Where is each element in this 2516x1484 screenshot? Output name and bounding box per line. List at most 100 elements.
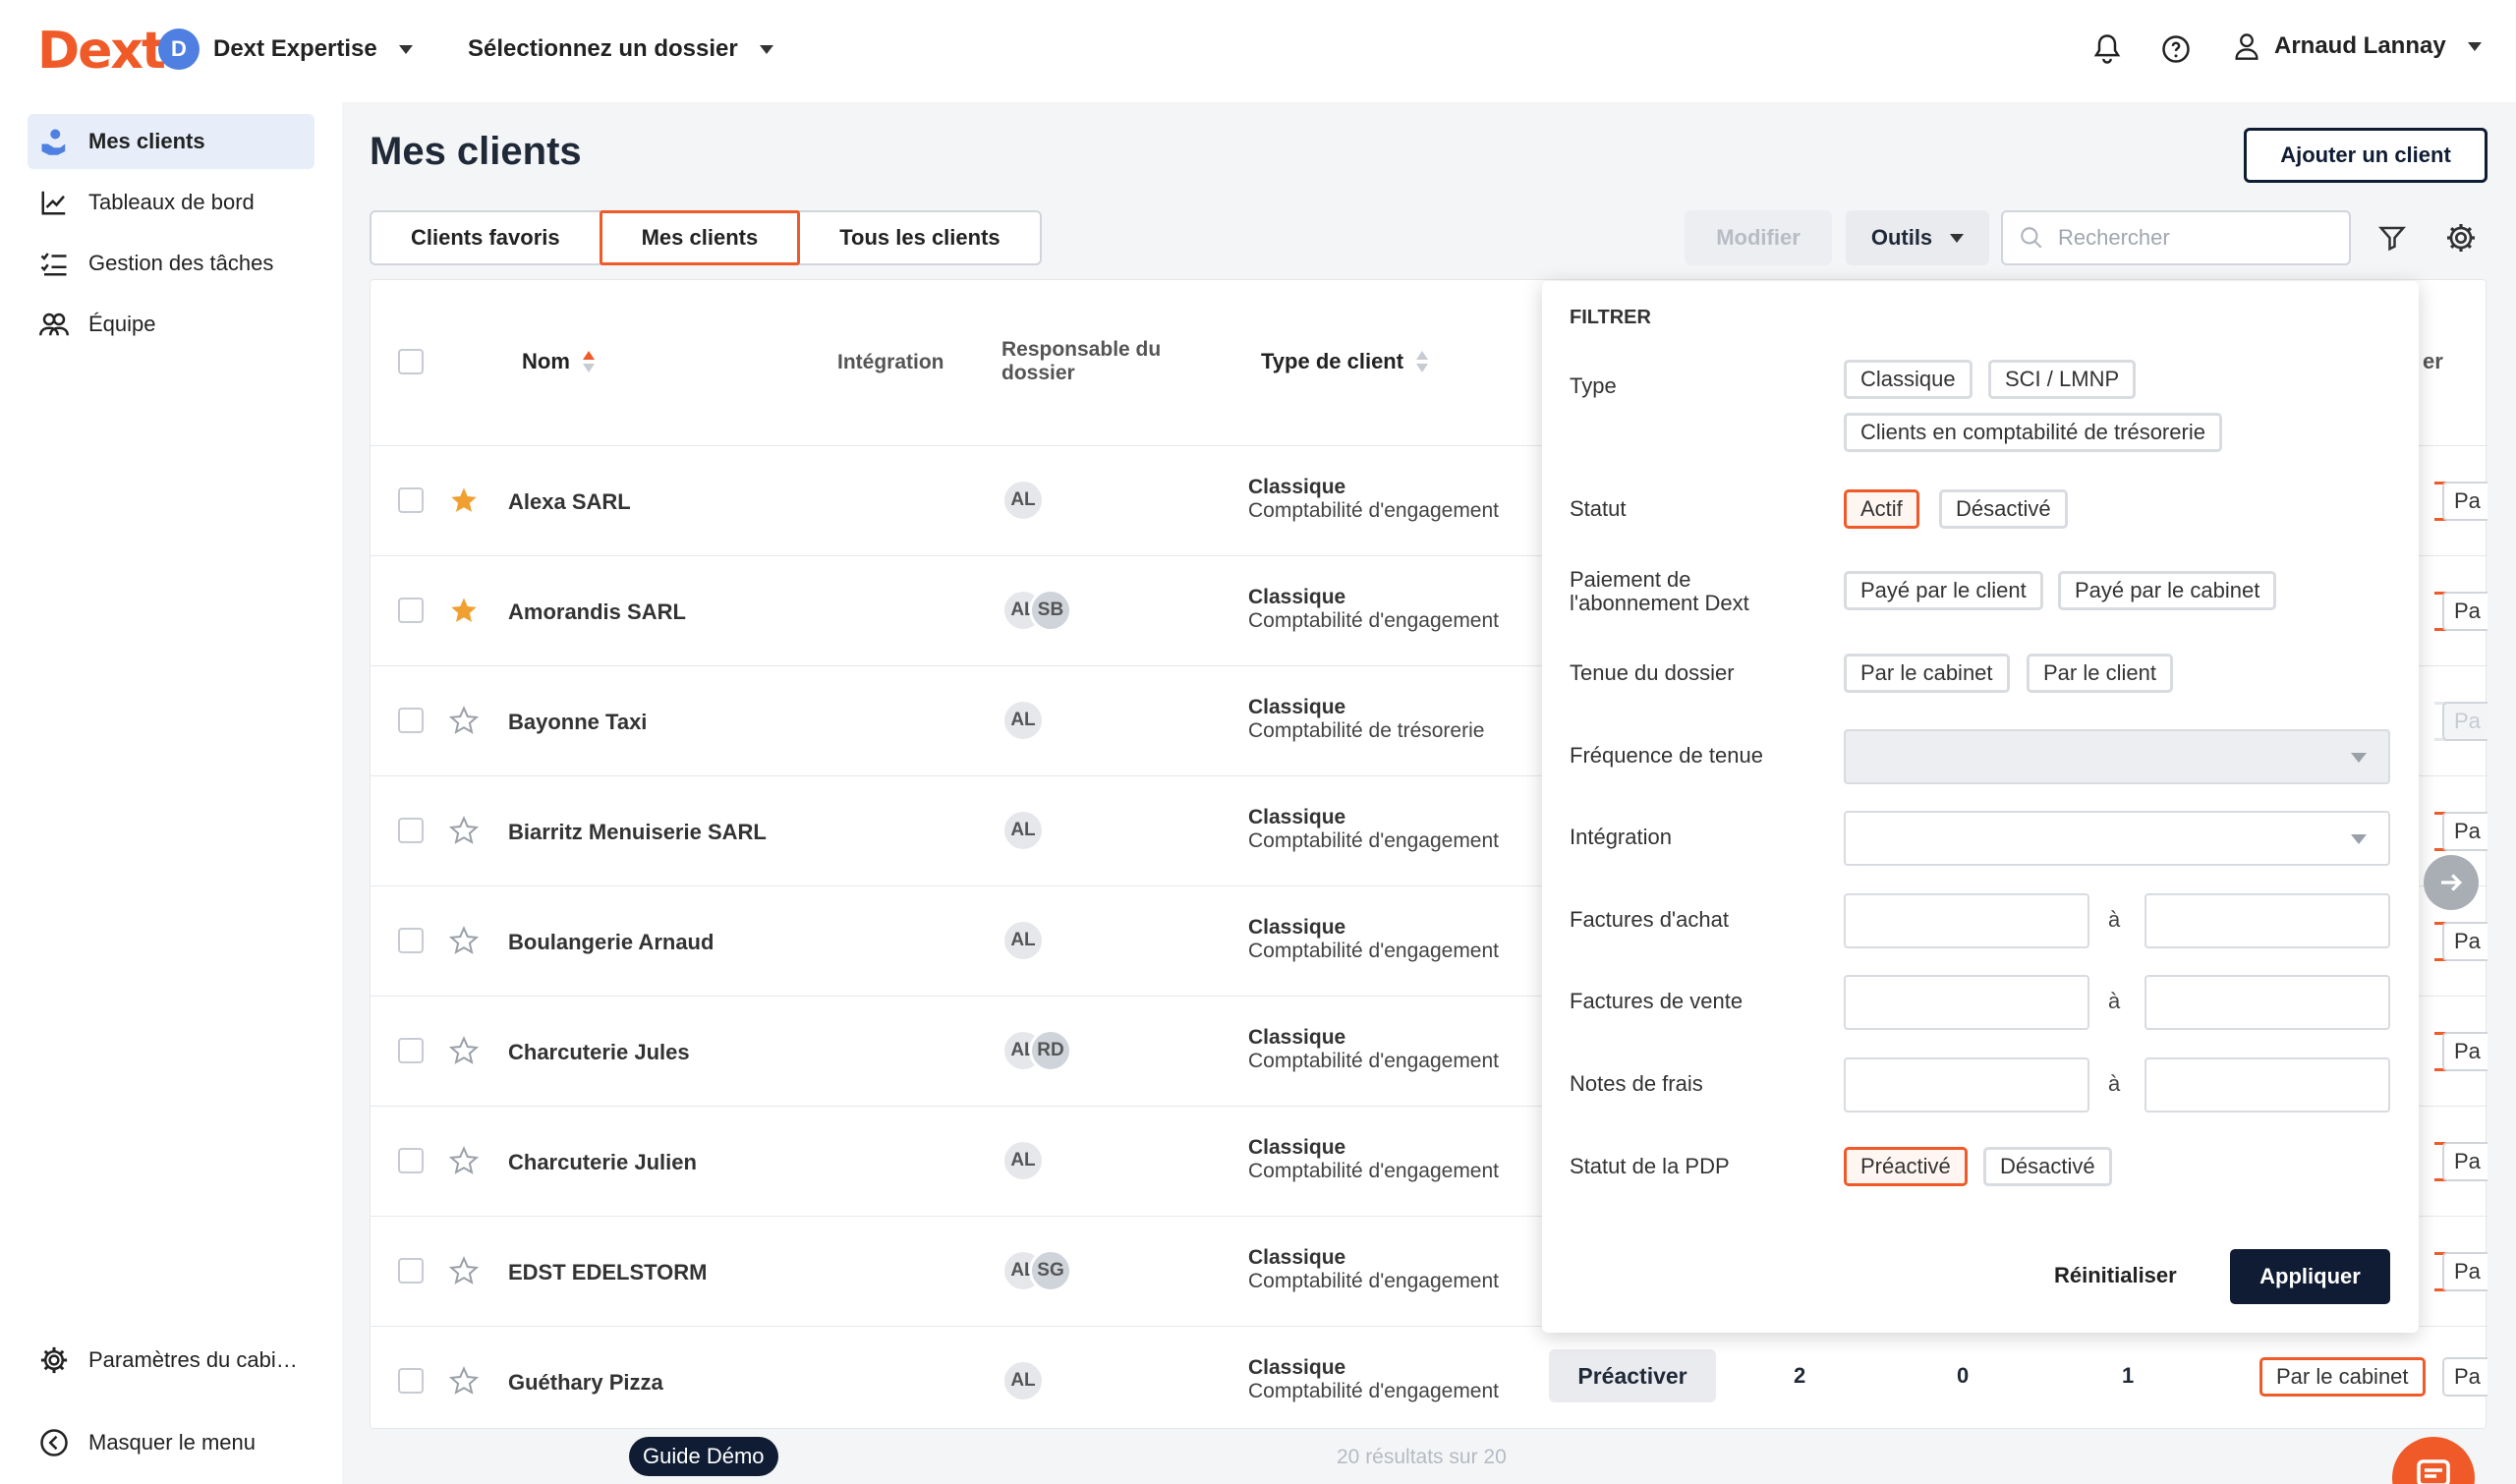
avatar: RD [1029,1029,1072,1072]
scroll-right-button[interactable] [2424,855,2479,910]
hide-menu-button[interactable]: Masquer le menu [28,1415,314,1470]
select-all-checkbox[interactable] [398,349,424,374]
frequency-select[interactable] [1844,729,2390,784]
client-type-name: Classique [1248,1246,1346,1269]
bell-icon[interactable] [2089,31,2125,67]
column-header-responsible: Responsable du dossier [1001,338,1162,384]
client-name[interactable]: Amorandis SARL [508,599,686,625]
client-name[interactable]: Boulangerie Arnaud [508,930,714,955]
preactivate-button[interactable]: Préactiver [1549,1349,1716,1402]
partial-badge: Pa [2442,922,2487,961]
search-input[interactable]: Rechercher [2001,210,2351,265]
sales-max-input[interactable] [2144,975,2390,1030]
purchase-min-input[interactable] [1844,893,2089,948]
folder-selector[interactable]: Sélectionnez un dossier [468,35,773,63]
row-checkbox[interactable] [398,487,424,513]
client-accounting: Comptabilité d'engagement [1248,499,1500,522]
sidebar: Mes clients Tableaux de bord Gestion des… [0,102,342,1484]
avatar: SB [1029,589,1072,632]
chat-icon [2417,1459,2450,1484]
row-checkbox[interactable] [398,708,424,733]
integration-select[interactable] [1844,811,2390,866]
sidebar-item-mes-clients[interactable]: Mes clients [28,114,314,169]
tab-clients-favoris[interactable]: Clients favoris [372,212,600,263]
client-name[interactable]: Charcuterie Jules [508,1040,690,1065]
tools-button[interactable]: Outils [1846,210,1989,265]
client-accounting: Comptabilité d'engagement [1248,1270,1500,1292]
client-accounting: Comptabilité d'engagement [1248,940,1500,962]
star-outline-icon[interactable] [448,926,480,960]
column-header-label: Nom [522,349,570,373]
add-client-button[interactable]: Ajouter un client [2244,128,2487,183]
expenses-max-input[interactable] [2144,1057,2390,1113]
filter-chip-sci-lmnp[interactable]: SCI / LMNP [1988,360,2137,399]
responsible-avatars: AL [1001,1139,1045,1182]
expenses-min-input[interactable] [1844,1057,2089,1113]
sidebar-item-gestion-des-taches[interactable]: Gestion des tâches [28,236,314,291]
filter-chip-paye-client[interactable]: Payé par le client [1844,571,2043,610]
sidebar-item-settings[interactable]: Paramètres du cabi… [28,1333,314,1388]
responsible-avatars: AL [1001,919,1045,962]
row-checkbox[interactable] [398,598,424,623]
row-checkbox[interactable] [398,1258,424,1284]
settings-gear-icon[interactable] [2443,220,2479,256]
dext-logo[interactable]: Dext [37,22,166,81]
client-name[interactable]: EDST EDELSTORM [508,1260,708,1285]
reset-button[interactable]: Réinitialiser [2054,1263,2177,1288]
chevron-left-circle-icon [40,1429,68,1456]
star-filled-icon[interactable] [449,596,479,630]
client-name[interactable]: Biarritz Menuiserie SARL [508,820,767,845]
range-separator: à [2108,1071,2121,1096]
star-outline-icon[interactable] [448,1366,480,1400]
modify-button[interactable]: Modifier [1685,210,1832,265]
star-filled-icon[interactable] [449,485,479,520]
column-header-name[interactable]: Nom [522,349,596,374]
folder-select-label: Sélectionnez un dossier [468,35,738,62]
filter-chip-actif[interactable]: Actif [1844,489,1919,529]
star-outline-icon[interactable] [448,1036,480,1070]
filter-chip-preactive[interactable]: Préactivé [1844,1147,1968,1186]
filter-chip-desactive[interactable]: Désactivé [1939,489,2068,529]
user-menu[interactable]: Arnaud Lannay [2233,31,2482,61]
filter-chip-classique[interactable]: Classique [1844,360,1973,399]
filter-chip-tresorerie[interactable]: Clients en comptabilité de trésorerie [1844,413,2222,452]
client-name[interactable]: Guéthary Pizza [508,1370,663,1396]
row-checkbox[interactable] [398,1148,424,1173]
sidebar-item-tableaux-de-bord[interactable]: Tableaux de bord [28,175,314,230]
row-checkbox[interactable] [398,928,424,953]
sidebar-item-equipe[interactable]: Équipe [28,297,314,352]
column-header-client-type[interactable]: Type de client [1261,349,1429,374]
client-name[interactable]: Alexa SARL [508,489,631,515]
responsible-avatars: AL SG [1001,1249,1072,1292]
purchase-max-input[interactable] [2144,893,2390,948]
help-icon[interactable] [2158,31,2194,67]
sales-min-input[interactable] [1844,975,2089,1030]
guide-demo-button[interactable]: Guide Démo [629,1437,778,1476]
row-checkbox[interactable] [398,818,424,843]
apply-button[interactable]: Appliquer [2230,1249,2390,1304]
responsible-avatars: AL [1001,699,1045,742]
expenses-count: 1 [2122,1363,2135,1388]
client-name[interactable]: Charcuterie Julien [508,1150,697,1175]
filter-icon[interactable] [2374,220,2410,256]
tab-mes-clients[interactable]: Mes clients [599,210,801,265]
client-type: Classique Comptabilité d'engagement [1248,476,1499,523]
client-name[interactable]: Bayonne Taxi [508,710,647,735]
chevron-down-icon [398,44,413,54]
filter-chip-paye-cabinet[interactable]: Payé par le cabinet [2058,571,2277,610]
filter-chip-par-cabinet[interactable]: Par le cabinet [1844,654,2010,693]
row-checkbox[interactable] [398,1368,424,1394]
star-outline-icon[interactable] [448,706,480,740]
filter-chip-par-client[interactable]: Par le client [2027,654,2173,693]
tab-tous-les-clients[interactable]: Tous les clients [800,212,1039,263]
client-type-name: Classique [1248,586,1346,608]
filter-label-payment: Paiement de l'abonnement Dext [1570,567,1749,615]
star-outline-icon[interactable] [448,816,480,850]
star-outline-icon[interactable] [448,1256,480,1290]
chevron-down-icon [759,44,773,54]
workspace-selector[interactable]: Dext Expertise [213,35,413,63]
star-outline-icon[interactable] [448,1146,480,1180]
row-checkbox[interactable] [398,1038,424,1063]
filter-chip-pdp-desactive[interactable]: Désactivé [1983,1147,2112,1186]
table-row[interactable]: Guéthary Pizza AL Classique Comptabilité d'… [371,1326,2487,1436]
